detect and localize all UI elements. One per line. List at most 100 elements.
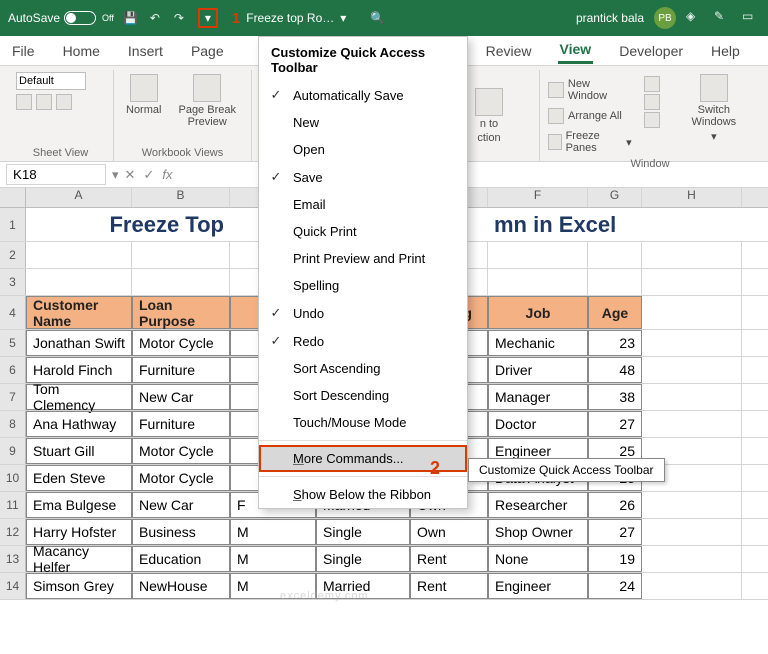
tab-developer[interactable]: Developer bbox=[617, 39, 685, 63]
menu-item[interactable]: Quick Print bbox=[259, 218, 467, 245]
menu-item[interactable]: Email bbox=[259, 191, 467, 218]
data-cell[interactable]: 23 bbox=[588, 330, 642, 356]
fx-icon[interactable]: fx bbox=[162, 167, 172, 183]
unhide-icon[interactable] bbox=[644, 112, 660, 128]
tab-view[interactable]: View bbox=[558, 37, 594, 64]
data-cell[interactable]: 27 bbox=[588, 411, 642, 437]
row-header[interactable]: 5 bbox=[0, 330, 26, 356]
freeze-panes-button[interactable]: Freeze Panes▾ bbox=[548, 128, 632, 156]
data-cell[interactable]: Manager bbox=[488, 384, 588, 410]
search-icon[interactable]: 🔍 bbox=[370, 11, 385, 25]
data-cell[interactable]: 48 bbox=[588, 357, 642, 383]
data-cell[interactable]: Single bbox=[316, 546, 410, 572]
data-cell[interactable]: 19 bbox=[588, 546, 642, 572]
row-header[interactable]: 8 bbox=[0, 411, 26, 437]
diamond-icon[interactable]: ◈ bbox=[686, 9, 704, 27]
data-cell[interactable]: 38 bbox=[588, 384, 642, 410]
data-cell[interactable]: Rent bbox=[410, 546, 488, 572]
undo-icon[interactable]: ↶ bbox=[146, 9, 164, 27]
arrange-all-button[interactable]: Arrange All bbox=[548, 106, 632, 126]
redo-icon[interactable]: ↷ bbox=[170, 9, 188, 27]
menu-item[interactable]: Sort Ascending bbox=[259, 355, 467, 382]
select-all[interactable] bbox=[0, 188, 26, 207]
data-cell[interactable]: Business bbox=[132, 519, 230, 545]
split-icon[interactable] bbox=[644, 76, 660, 92]
data-cell[interactable]: Motor Cycle bbox=[132, 438, 230, 464]
row-header[interactable]: 4 bbox=[0, 296, 26, 329]
data-cell[interactable]: M bbox=[230, 519, 316, 545]
page-break-button[interactable]: Page Break Preview bbox=[171, 72, 243, 130]
data-cell[interactable]: Harold Finch bbox=[26, 357, 132, 383]
row-header[interactable]: 14 bbox=[0, 573, 26, 599]
row-header[interactable]: 7 bbox=[0, 384, 26, 410]
data-cell[interactable]: None bbox=[488, 546, 588, 572]
data-cell[interactable]: NewHouse bbox=[132, 573, 230, 599]
data-cell[interactable]: Mechanic bbox=[488, 330, 588, 356]
row-header[interactable]: 11 bbox=[0, 492, 26, 518]
col-header[interactable]: F bbox=[488, 188, 588, 207]
qat-customize-dropdown[interactable]: ▾ bbox=[198, 8, 218, 28]
menu-item[interactable]: ✓Save bbox=[259, 163, 467, 191]
col-header[interactable]: H bbox=[642, 188, 742, 207]
sheet-view-select[interactable] bbox=[16, 72, 86, 90]
data-cell[interactable]: Harry Hofster bbox=[26, 519, 132, 545]
save-icon[interactable]: 💾 bbox=[122, 9, 140, 27]
data-cell[interactable]: M bbox=[230, 546, 316, 572]
data-cell[interactable]: Stuart Gill bbox=[26, 438, 132, 464]
data-cell[interactable]: Furniture bbox=[132, 357, 230, 383]
data-cell[interactable]: Eden Steve bbox=[26, 465, 132, 491]
data-cell[interactable]: Doctor bbox=[488, 411, 588, 437]
data-cell[interactable]: Researcher bbox=[488, 492, 588, 518]
normal-button[interactable]: Normal bbox=[122, 72, 165, 118]
data-cell[interactable]: Education bbox=[132, 546, 230, 572]
tab-help[interactable]: Help bbox=[709, 39, 742, 63]
autosave-switch[interactable] bbox=[64, 11, 96, 25]
row-header[interactable]: 6 bbox=[0, 357, 26, 383]
menu-item[interactable]: Spelling bbox=[259, 272, 467, 299]
row-header[interactable]: 13 bbox=[0, 546, 26, 572]
pen-icon[interactable]: ✎ bbox=[714, 9, 732, 27]
cancel-icon[interactable]: ✕ bbox=[125, 167, 136, 183]
data-cell[interactable]: 24 bbox=[588, 573, 642, 599]
data-cell[interactable]: Ema Bulgese bbox=[26, 492, 132, 518]
user-area[interactable]: prantick bala PB ◈ ✎ ▭ bbox=[576, 7, 760, 29]
new-window-button[interactable]: New Window bbox=[548, 76, 632, 104]
tab-home[interactable]: Home bbox=[61, 39, 102, 63]
data-cell[interactable]: 26 bbox=[588, 492, 642, 518]
menu-item[interactable]: ✓Automatically Save bbox=[259, 81, 467, 109]
autosave-toggle[interactable]: AutoSave Off bbox=[8, 11, 114, 25]
menu-item[interactable]: ✓Redo bbox=[259, 327, 467, 355]
data-cell[interactable]: 27 bbox=[588, 519, 642, 545]
row-header[interactable]: 10 bbox=[0, 465, 26, 491]
data-cell[interactable]: Tom Clemency bbox=[26, 384, 132, 410]
data-cell[interactable]: Motor Cycle bbox=[132, 465, 230, 491]
data-cell[interactable]: Engineer bbox=[488, 573, 588, 599]
row-header[interactable]: 2 bbox=[0, 242, 26, 268]
hide-icon[interactable] bbox=[644, 94, 660, 110]
data-cell[interactable]: Motor Cycle bbox=[132, 330, 230, 356]
document-name[interactable]: Freeze top Ro… bbox=[246, 11, 334, 25]
ribbon-options-icon[interactable]: ▭ bbox=[742, 9, 760, 27]
menu-item[interactable]: New bbox=[259, 109, 467, 136]
data-cell[interactable]: New Car bbox=[132, 384, 230, 410]
col-header[interactable]: B bbox=[132, 188, 230, 207]
data-cell[interactable]: Furniture bbox=[132, 411, 230, 437]
data-cell[interactable]: Shop Owner bbox=[488, 519, 588, 545]
data-cell[interactable]: New Car bbox=[132, 492, 230, 518]
tab-file[interactable]: File bbox=[10, 39, 37, 63]
menu-item[interactable]: Print Preview and Print bbox=[259, 245, 467, 272]
avatar[interactable]: PB bbox=[654, 7, 676, 29]
data-cell[interactable]: Driver bbox=[488, 357, 588, 383]
tab-review[interactable]: Review bbox=[484, 39, 534, 63]
data-cell[interactable]: Rent bbox=[410, 573, 488, 599]
data-cell[interactable]: Macancy Helfer bbox=[26, 546, 132, 572]
menu-item[interactable]: ✓Undo bbox=[259, 299, 467, 327]
menu-item[interactable]: Sort Descending bbox=[259, 382, 467, 409]
menu-item[interactable]: Touch/Mouse Mode bbox=[259, 409, 467, 436]
menu-item[interactable]: Open bbox=[259, 136, 467, 163]
row-header[interactable]: 1 bbox=[0, 208, 26, 241]
exit-icon[interactable] bbox=[36, 94, 52, 110]
menu-show-below[interactable]: Show Below the Ribbon bbox=[259, 481, 467, 508]
enter-icon[interactable]: ✓ bbox=[143, 167, 154, 183]
new-icon[interactable] bbox=[56, 94, 72, 110]
